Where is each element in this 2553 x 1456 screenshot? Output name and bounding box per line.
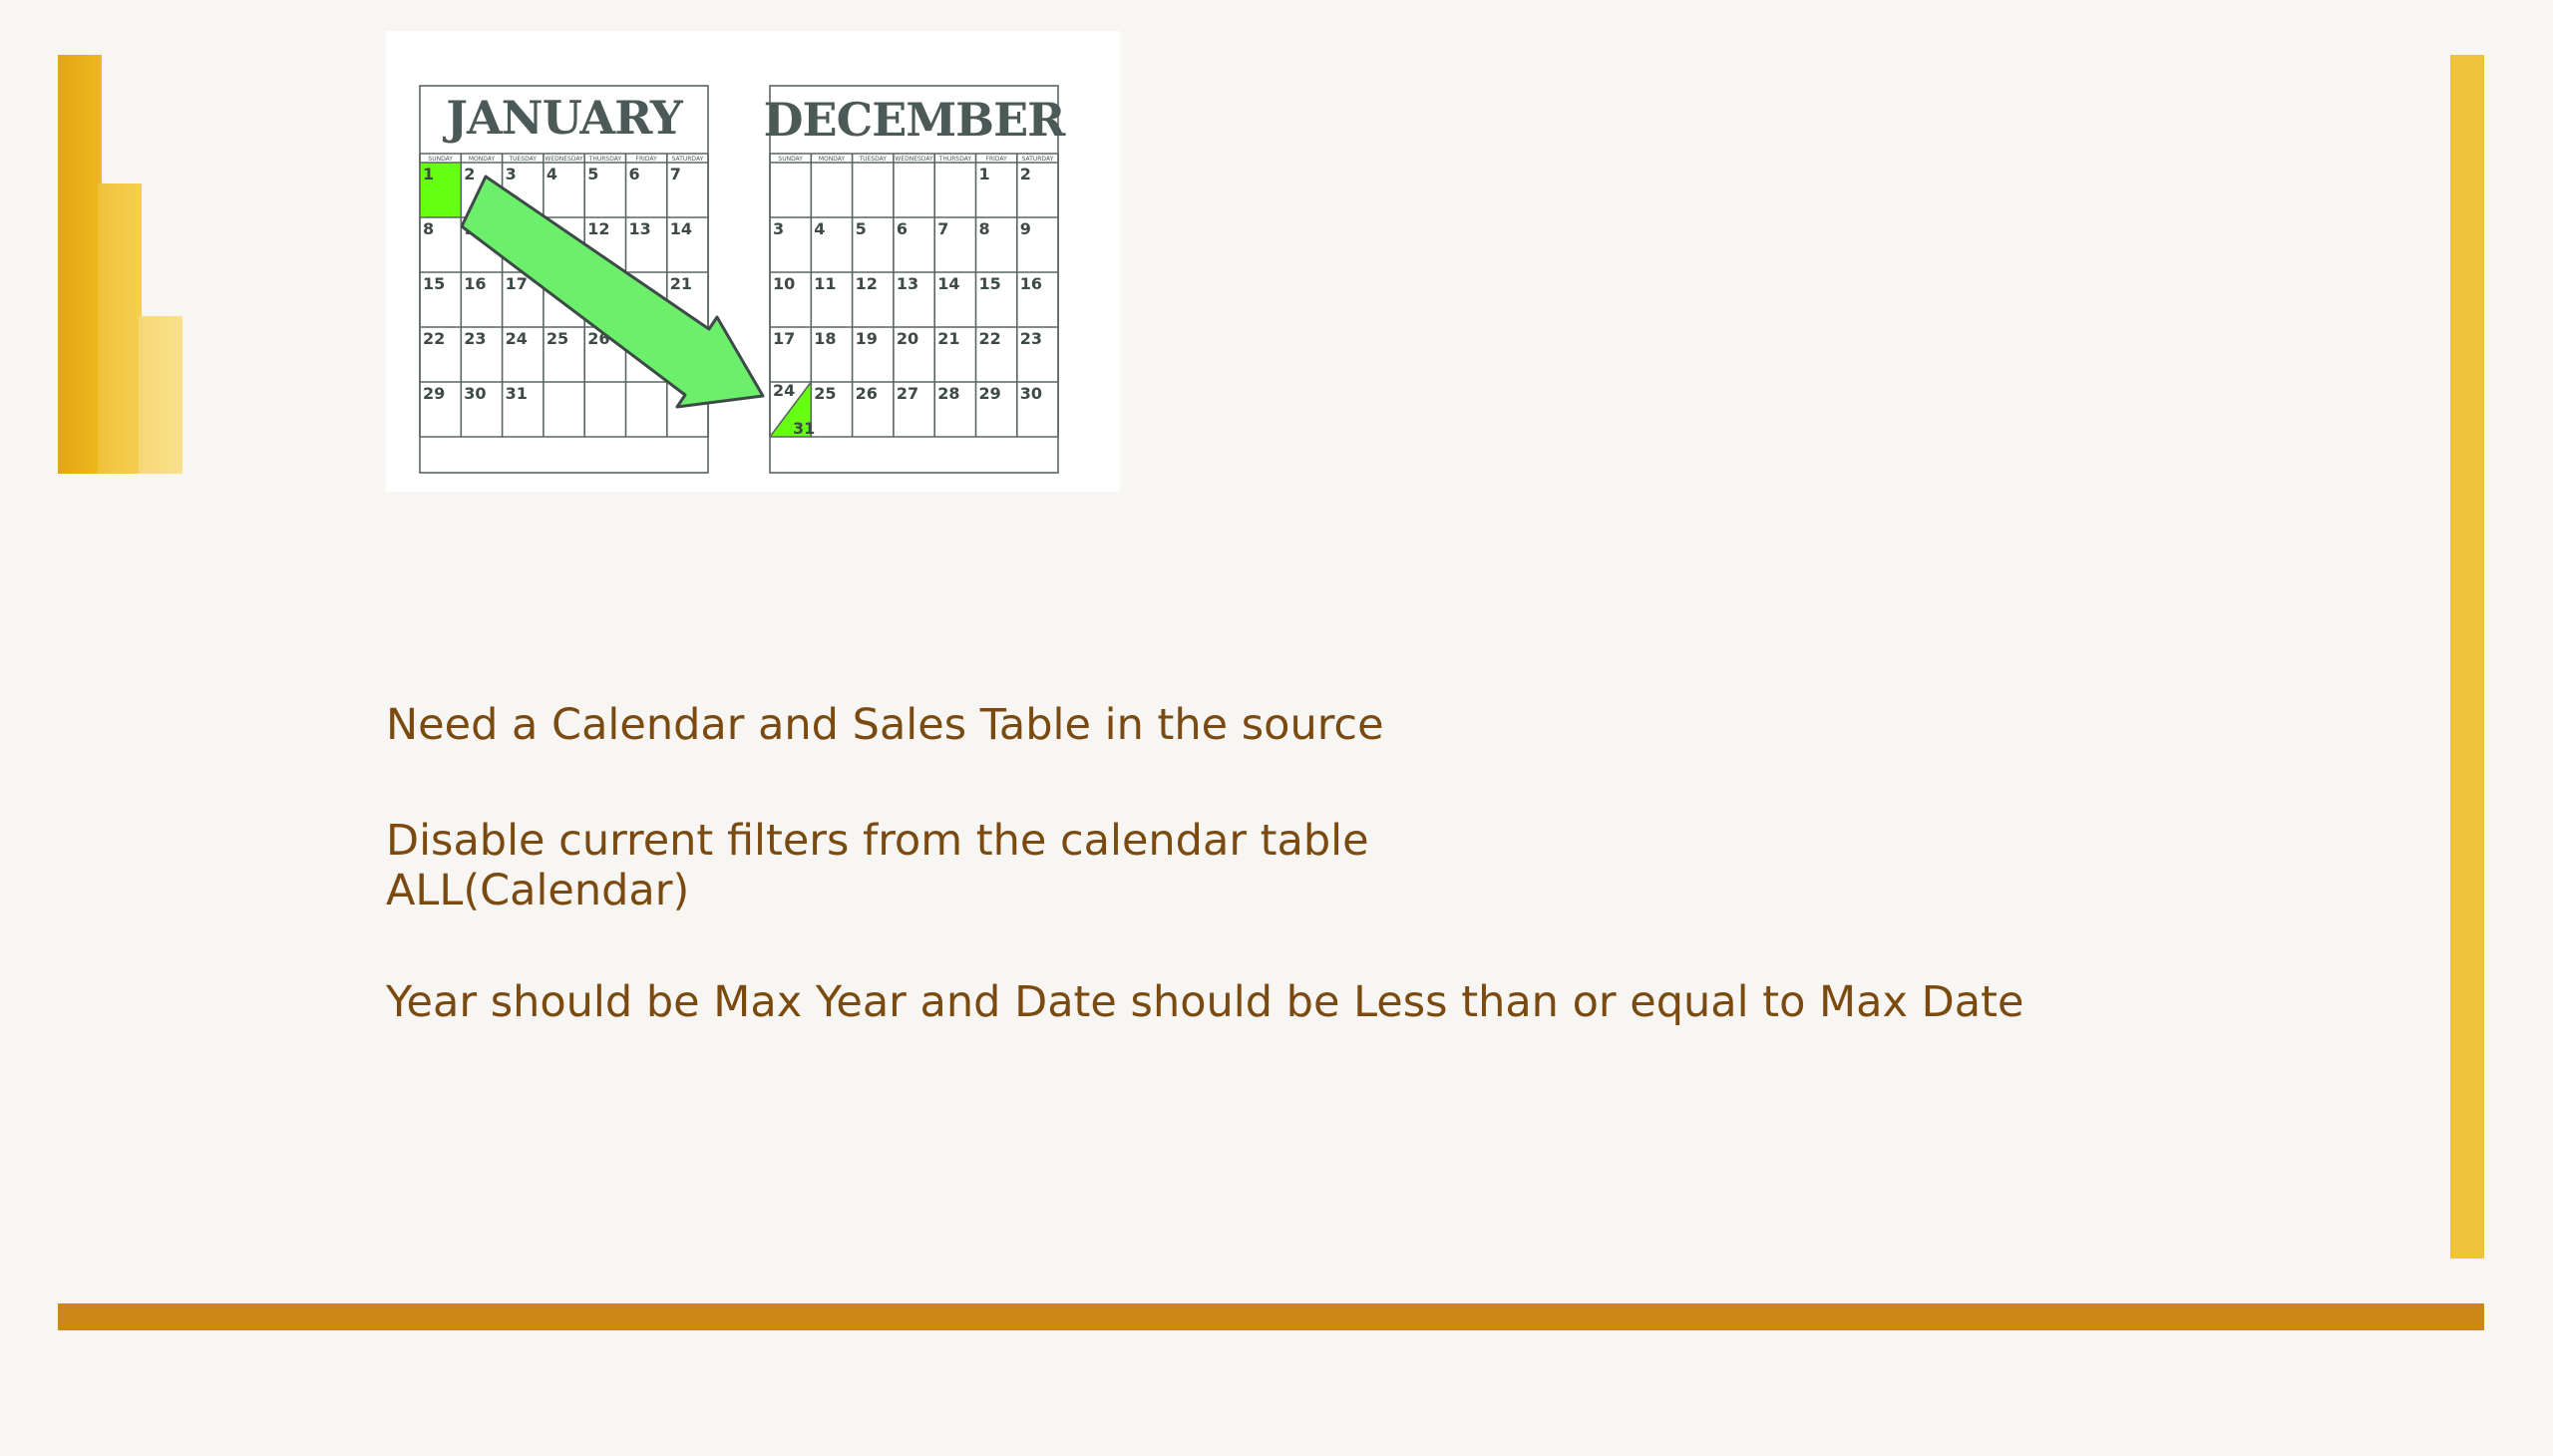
day-number: 16 [464,274,486,293]
day-number: 24 [773,381,795,400]
day-number: 26 [856,384,878,403]
logo-bar-tall [58,55,102,474]
day-header: MONDAY [819,156,846,163]
day-number: 30 [1020,384,1042,403]
day-number: 11 [814,274,836,293]
january-title: JANUARY [442,91,684,145]
day-number: 18 [814,329,836,348]
day-number: 9 [1020,219,1031,238]
day-number: 10 [773,274,795,293]
day-number: 4 [547,165,557,183]
day-number: 23 [464,329,486,348]
day-header: SATURDAY [1022,156,1054,163]
day-number: 23 [1020,329,1042,348]
day-number: 24 [506,329,528,348]
day-number: 13 [897,274,918,293]
day-number: 3 [506,165,517,183]
day-number: 12 [587,219,609,238]
day-header: SATURDAY [672,156,704,163]
day-header: SUNDAY [428,156,453,163]
day-number: 5 [587,165,598,183]
day-number: 30 [464,384,486,403]
day-number: 13 [629,219,651,238]
logo-bar-short [139,316,182,474]
day-number: 6 [629,165,640,183]
day-number: 29 [979,384,1001,403]
bullet-disable-filters: Disable current filters from the calenda… [386,816,1369,866]
day-number: 15 [423,274,445,293]
day-number: 7 [937,219,948,238]
day-number: 22 [979,329,1001,348]
day-number: 28 [937,384,959,403]
day-number: 25 [814,384,836,403]
day-header: TUESDAY [859,156,888,163]
day-number: 5 [856,219,867,238]
day-number: 21 [670,274,692,293]
day-number: 1 [979,165,990,183]
day-number: 17 [506,274,528,293]
day-number: 4 [814,219,825,238]
day-header: WEDNESDAY [895,156,933,163]
day-number: 21 [937,329,959,348]
day-header: SUNDAY [778,156,803,163]
day-number: 7 [670,165,681,183]
day-number: 17 [773,329,795,348]
day-number: 14 [670,219,692,238]
calendar-image: JANUARY SUNDAY MONDAY TUESDAY WEDNESDAY THUR… [386,31,1120,492]
day-number: 31 [506,384,528,403]
day-number: 15 [979,274,1001,293]
day-number: 6 [897,219,908,238]
day-number: 12 [856,274,878,293]
bottom-accent-bar [58,1303,2484,1330]
day-number: 16 [1020,274,1042,293]
day-number: 22 [423,329,445,348]
day-header: WEDNESDAY [545,156,583,163]
day-number: 14 [937,274,959,293]
day-number: 27 [897,384,918,403]
day-number: 8 [423,219,434,238]
day-header: FRIDAY [986,156,1008,163]
day-number: 3 [773,219,784,238]
day-header: TUESDAY [509,156,538,163]
december-title: DECEMBER [764,93,1066,147]
bullet-calendar-sales-table: Need a Calendar and Sales Table in the s… [386,700,1384,750]
day-number: 31 [793,419,815,438]
day-header: THURSDAY [588,156,622,163]
right-accent-bar [2450,55,2484,1259]
day-header: THURSDAY [938,156,972,163]
logo-bar-medium [98,183,142,474]
day-header: FRIDAY [636,156,658,163]
day-number: 20 [897,329,918,348]
day-number: 2 [464,165,475,183]
day-number: 1 [423,165,434,183]
day-number: 19 [856,329,878,348]
december-calendar: DECEMBER SUNDAY MONDAY TUESDAY WEDNESDAY THU… [764,85,1067,474]
day-number: 29 [423,384,445,403]
bullet-max-year-date: Year should be Max Year and Date should … [386,977,2024,1027]
day-number: 25 [547,329,568,348]
day-number: 2 [1020,165,1031,183]
day-number: 8 [979,219,990,238]
bullet-all-calendar: ALL(Calendar) [386,866,690,915]
day-header: MONDAY [469,156,496,163]
